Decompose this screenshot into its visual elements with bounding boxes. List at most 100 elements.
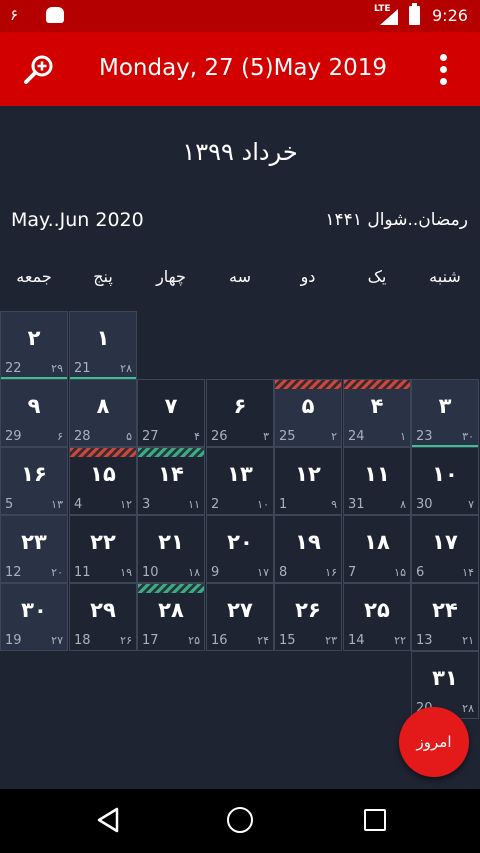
day-number: ۱۹ — [295, 530, 321, 554]
day-number: ۲۶ — [295, 598, 321, 622]
weekday-label: یک — [367, 267, 387, 286]
day-number: ۱۴ — [158, 462, 184, 486]
gregorian-day: 29 — [5, 429, 22, 444]
day-cell[interactable]: ۱۶ 5 ۱۳ — [0, 447, 68, 515]
day-cell[interactable]: ۱۱ 31 ۸ — [343, 447, 411, 515]
gregorian-day: 2 — [211, 497, 220, 512]
day-cell[interactable]: ۱۲ 1 ۹ — [274, 447, 342, 515]
hijri-day: ۱۱ — [188, 498, 200, 511]
day-cell[interactable]: ۱۹ 8 ۱۶ — [274, 515, 342, 583]
day-number: ۹ — [27, 394, 41, 418]
gregorian-day: 31 — [348, 497, 365, 512]
search-zoom-icon[interactable] — [22, 53, 56, 87]
day-cell[interactable]: ۲۸ 17 ۲۵ — [137, 583, 205, 651]
day-cell[interactable]: ۲۲ 11 ۱۹ — [69, 515, 137, 583]
gregorian-day: 21 — [74, 361, 91, 376]
day-number: ۳ — [438, 394, 452, 418]
day-cell[interactable]: ۲۷ 16 ۲۴ — [206, 583, 274, 651]
holiday-marker — [344, 380, 410, 389]
today-button[interactable]: امروز — [399, 707, 469, 777]
app-bar: Monday, 27 (5)May 2019 — [0, 32, 480, 106]
day-cell[interactable]: ۱۳ 2 ۱۰ — [206, 447, 274, 515]
day-number: ۱۰ — [432, 462, 458, 486]
day-cell[interactable]: ۳۰ 19 ۲۷ — [0, 583, 68, 651]
hijri-day: ۳۰ — [462, 430, 474, 443]
gregorian-day: 6 — [416, 565, 425, 580]
home-icon[interactable] — [227, 807, 253, 833]
day-cell[interactable]: ۳ 23 ۳۰ — [411, 379, 479, 448]
day-number: ۱۶ — [21, 462, 47, 486]
day-number: ۱۳ — [227, 462, 253, 486]
day-number: ۲۹ — [90, 598, 116, 622]
day-cell[interactable]: ۴ 24 ۱ — [343, 379, 411, 447]
day-cell[interactable]: ۱۴ 3 ۱۱ — [137, 447, 205, 515]
overflow-menu-icon[interactable] — [432, 52, 454, 88]
gregorian-day: 26 — [211, 429, 228, 444]
day-cell[interactable]: ۶ 26 ۳ — [206, 379, 274, 447]
day-cell[interactable]: ۲ 22 ۲۹ — [0, 311, 68, 380]
day-cell[interactable]: ۲۳ 12 ۲۰ — [0, 515, 68, 583]
android-icon — [46, 7, 64, 23]
day-number: ۱۵ — [90, 462, 116, 486]
hijri-day: ۲۱ — [462, 634, 474, 647]
gregorian-day: 8 — [279, 565, 288, 580]
recent-apps-icon[interactable] — [364, 809, 386, 831]
hijri-day: ۳ — [263, 430, 269, 443]
hijri-day: ۲۶ — [120, 634, 132, 647]
day-cell[interactable]: ۲۹ 18 ۲۶ — [69, 583, 137, 651]
day-cell[interactable]: ۲۰ 9 ۱۷ — [206, 515, 274, 583]
gregorian-day: 17 — [142, 633, 159, 648]
hijri-day: ۲۰ — [51, 566, 63, 579]
gregorian-day: 11 — [74, 565, 91, 580]
gregorian-day: 25 — [279, 429, 296, 444]
battery-charging-icon — [409, 3, 420, 25]
day-cell[interactable]: ۱ 21 ۲۸ — [69, 311, 137, 380]
gregorian-day: 27 — [142, 429, 159, 444]
gregorian-day: 22 — [5, 361, 22, 376]
hijri-day: ۲۴ — [257, 634, 269, 647]
gregorian-day: 28 — [74, 429, 91, 444]
day-number: ۱۲ — [295, 462, 321, 486]
day-number: ۶ — [233, 394, 247, 418]
day-cell[interactable]: ۸ 28 ۵ — [69, 379, 137, 447]
status-time: 9:26 — [432, 6, 468, 25]
hijri-day: ۲ — [331, 430, 337, 443]
event-marker — [138, 584, 204, 593]
hijri-day: ۲۷ — [51, 634, 63, 647]
day-number: ۴ — [370, 394, 384, 418]
day-cell[interactable]: ۱۵ 4 ۱۲ — [69, 447, 137, 515]
day-cell[interactable]: ۲۶ 15 ۲۳ — [274, 583, 342, 651]
signal-icon — [380, 9, 398, 25]
hijri-day: ۱ — [400, 430, 406, 443]
day-cell[interactable]: ۱۰ 30 ۷ — [411, 447, 479, 515]
event-marker — [138, 448, 204, 457]
gregorian-day: 5 — [5, 497, 14, 512]
hijri-day: ۱۰ — [257, 498, 269, 511]
day-cell[interactable]: ۲۵ 14 ۲۲ — [343, 583, 411, 651]
day-cell[interactable]: ۷ 27 ۴ — [137, 379, 205, 447]
hijri-day: ۲۸ — [120, 362, 132, 375]
day-cell[interactable]: ۹ 29 ۶ — [0, 379, 68, 447]
weekday-label: پنج — [93, 267, 113, 286]
day-cell[interactable]: ۵ 25 ۲ — [274, 379, 342, 447]
day-number: ۲۳ — [21, 530, 47, 554]
day-number: ۲۴ — [432, 598, 458, 622]
day-number: ۲۱ — [158, 530, 184, 554]
gregorian-day: 30 — [416, 497, 433, 512]
hijri-day: ۱۵ — [394, 566, 406, 579]
gregorian-day: 10 — [142, 565, 159, 580]
back-icon[interactable] — [96, 807, 120, 837]
day-cell[interactable]: ۱۷ 6 ۱۴ — [411, 515, 479, 583]
hijri-day: ۹ — [331, 498, 337, 511]
navigation-bar — [0, 789, 480, 853]
status-bar: ۶ LTE 9:26 — [0, 0, 480, 32]
hijri-day: ۲۳ — [325, 634, 337, 647]
gregorian-day: 13 — [416, 633, 433, 648]
weekday-label: شنبه — [429, 267, 461, 286]
app-title[interactable]: Monday, 27 (5)May 2019 — [78, 32, 408, 104]
weekday-label: جمعه — [16, 267, 52, 286]
day-cell[interactable]: ۱۸ 7 ۱۵ — [343, 515, 411, 583]
day-cell[interactable]: ۲۴ 13 ۲۱ — [411, 583, 479, 651]
day-number: ۱ — [96, 326, 110, 350]
day-cell[interactable]: ۲۱ 10 ۱۸ — [137, 515, 205, 583]
